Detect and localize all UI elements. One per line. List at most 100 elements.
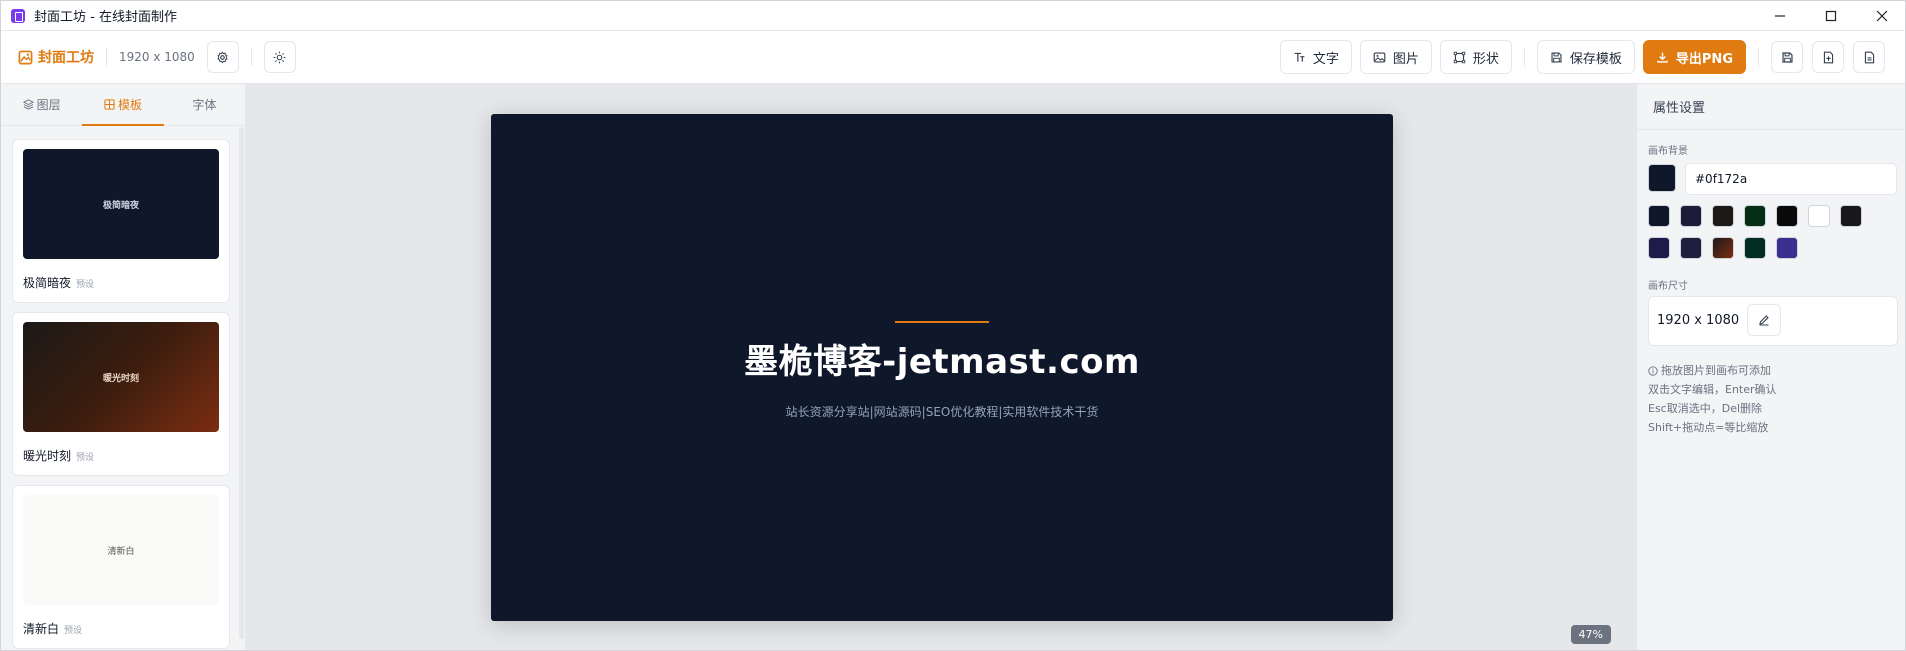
background-color-swatch[interactable] xyxy=(1648,164,1676,192)
image-logo-icon xyxy=(18,50,33,64)
tip-item: 拖放图片到画布可添加 xyxy=(1648,361,1777,380)
tips-list: 拖放图片到画布可添加 双击文字编辑，Enter确认 Esc取消选中，Del删除 … xyxy=(1648,361,1777,437)
template-title: 清新白 xyxy=(23,622,60,636)
new-file-button[interactable] xyxy=(1812,41,1844,73)
preset-color-swatch[interactable] xyxy=(1712,237,1734,259)
shape-icon xyxy=(1453,51,1466,63)
accent-line[interactable] xyxy=(895,321,989,323)
canvas-background-label: 画布背景 xyxy=(1648,146,1688,157)
preset-color-swatch[interactable] xyxy=(1680,237,1702,259)
maximize-icon xyxy=(1825,10,1836,22)
preset-color-swatch[interactable] xyxy=(1744,237,1766,259)
add-shape-button[interactable]: 形状 xyxy=(1439,40,1512,74)
properties-header: 属性设置 xyxy=(1637,84,1905,130)
divider xyxy=(106,48,107,66)
template-tag: 预设 xyxy=(76,453,95,463)
tab-layers[interactable]: 图层 xyxy=(1,84,82,125)
template-preview-text: 清新白 xyxy=(107,546,135,557)
main-toolbar: 封面工坊 1920 x 1080 文字 图片 形状 保存模板 导出PNG xyxy=(1,31,1905,84)
title-bar: 封面工坊 - 在线封面制作 xyxy=(1,1,1905,31)
template-card[interactable]: 清新白 清新白 预设 xyxy=(12,485,230,649)
design-canvas[interactable]: 墨桅博客-jetmast.com 站长资源分享站|网站源码|SEO优化教程|实用… xyxy=(491,114,1393,621)
add-shape-label: 形状 xyxy=(1472,51,1499,67)
canvas-subtitle-text[interactable]: 站长资源分享站|网站源码|SEO优化教程|实用软件技术干货 xyxy=(491,403,1393,420)
tip-item: Shift+拖动点=等比缩放 xyxy=(1648,418,1777,437)
canvas-size-box: 1920 x 1080 xyxy=(1648,296,1898,346)
file-plus-icon xyxy=(1823,51,1833,63)
theme-toggle-button[interactable] xyxy=(263,41,296,73)
divider xyxy=(1523,47,1525,67)
tip-item: Esc取消选中，Del删除 xyxy=(1648,399,1777,418)
divider xyxy=(1758,47,1759,67)
export-png-label: 导出PNG xyxy=(1675,51,1733,67)
pencil-icon xyxy=(1759,315,1769,326)
open-file-button[interactable] xyxy=(1853,41,1885,73)
template-card[interactable]: 极简暗夜 极简暗夜 预设 xyxy=(12,139,230,303)
add-text-button[interactable]: 文字 xyxy=(1279,40,1352,74)
tip-text: Shift+拖动点=等比缩放 xyxy=(1648,421,1769,434)
tip-text: 双击文字编辑，Enter确认 xyxy=(1648,383,1777,396)
preset-color-swatch[interactable] xyxy=(1680,205,1702,227)
template-name: 暖光时刻 预设 xyxy=(23,447,94,464)
preset-color-swatch[interactable] xyxy=(1648,237,1670,259)
save-icon xyxy=(1781,51,1793,63)
background-hex-input[interactable]: #0f172a xyxy=(1685,163,1897,195)
minimize-icon xyxy=(1774,15,1785,17)
template-preview-text: 极简暗夜 xyxy=(102,200,139,211)
tab-fonts-label: 字体 xyxy=(192,98,217,112)
gear-icon xyxy=(217,50,228,63)
template-thumbnail: 暖光时刻 xyxy=(23,322,219,432)
sun-icon xyxy=(273,51,286,63)
canvas-size-section-label: 画布尺寸 xyxy=(1648,281,1688,292)
image-icon xyxy=(1373,51,1386,63)
template-title: 极简暗夜 xyxy=(23,276,72,290)
save-project-button[interactable] xyxy=(1771,41,1803,73)
left-panel: 图层 模板 字体 极简暗夜 极简暗夜 预设 暖光时刻 暖光时刻 预设 清新白 清… xyxy=(1,84,246,650)
template-tag: 预设 xyxy=(64,626,83,636)
tab-fonts[interactable]: 字体 xyxy=(164,84,245,125)
template-title: 暖光时刻 xyxy=(23,449,72,463)
close-button[interactable] xyxy=(1856,1,1905,31)
minimize-button[interactable] xyxy=(1754,1,1805,31)
add-image-label: 图片 xyxy=(1392,51,1419,67)
tip-item: 双击文字编辑，Enter确认 xyxy=(1648,380,1777,399)
preset-color-swatch[interactable] xyxy=(1712,205,1734,227)
canvas-size-value: 1920 x 1080 xyxy=(1657,313,1740,328)
canvas-size-label: 1920 x 1080 xyxy=(119,50,195,64)
app-icon xyxy=(11,8,25,23)
preset-color-swatch[interactable] xyxy=(1648,205,1670,227)
edit-size-button[interactable] xyxy=(1747,304,1781,336)
download-icon xyxy=(1657,52,1668,63)
template-card[interactable]: 暖光时刻 暖光时刻 预设 xyxy=(12,312,230,476)
save-icon xyxy=(1551,51,1562,63)
maximize-button[interactable] xyxy=(1805,1,1856,31)
window-controls xyxy=(1754,1,1905,31)
settings-button[interactable] xyxy=(206,41,239,73)
template-thumbnail: 清新白 xyxy=(23,495,219,605)
preset-color-swatch[interactable] xyxy=(1808,205,1830,227)
tab-templates-label: 模板 xyxy=(117,98,142,112)
preset-color-swatch[interactable] xyxy=(1776,237,1798,259)
add-image-button[interactable]: 图片 xyxy=(1359,40,1432,74)
template-tag: 预设 xyxy=(76,280,95,290)
brand-name: 封面工坊 xyxy=(38,50,94,66)
save-template-label: 保存模板 xyxy=(1569,51,1622,67)
info-icon xyxy=(1648,365,1658,376)
text-icon xyxy=(1294,52,1305,62)
window-title: 封面工坊 - 在线封面制作 xyxy=(34,10,177,25)
preset-color-swatch[interactable] xyxy=(1776,205,1798,227)
template-preview-text: 暖光时刻 xyxy=(102,373,139,384)
save-template-button[interactable]: 保存模板 xyxy=(1536,40,1635,74)
export-png-button[interactable]: 导出PNG xyxy=(1642,40,1746,74)
canvas-title-text[interactable]: 墨桅博客-jetmast.com xyxy=(491,334,1393,383)
tab-templates[interactable]: 模板 xyxy=(82,84,164,126)
zoom-indicator: 47% xyxy=(1570,625,1611,644)
app-window: 封面工坊 - 在线封面制作 封面工坊 1920 x 1080 文字 图片 形状 … xyxy=(0,0,1906,651)
tab-layers-label: 图层 xyxy=(36,98,61,112)
template-scrollbar[interactable] xyxy=(239,127,244,639)
preset-color-swatch[interactable] xyxy=(1744,205,1766,227)
preset-color-swatch[interactable] xyxy=(1840,205,1862,227)
properties-panel: 属性设置 画布背景 #0f172a 画布尺寸 1920 x 1080 拖放图片到… xyxy=(1636,84,1905,650)
layers-icon xyxy=(22,99,34,110)
left-panel-tabs: 图层 模板 字体 xyxy=(1,84,245,126)
